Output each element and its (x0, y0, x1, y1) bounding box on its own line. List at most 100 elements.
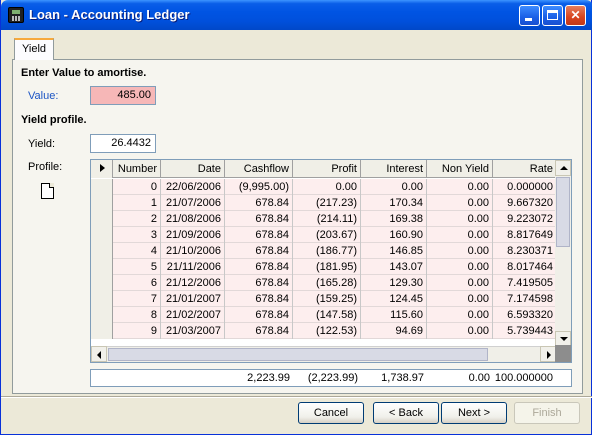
cell-non-yield[interactable]: 0.00 (427, 259, 493, 275)
cell-rate[interactable]: 9.223072 (493, 211, 556, 227)
cell-cashflow[interactable]: (9,995.00) (225, 179, 293, 195)
cell-profit[interactable]: (165.28) (293, 275, 361, 291)
cell-interest[interactable]: 129.30 (361, 275, 427, 291)
cell-date[interactable]: 21/01/2007 (161, 291, 225, 307)
cell-interest[interactable]: 146.85 (361, 243, 427, 259)
table-row[interactable]: 7 21/01/2007 678.84 (159.25) 124.45 0.00 7.174… (91, 291, 556, 307)
cell-cashflow[interactable]: 678.84 (225, 275, 293, 291)
cell-date[interactable]: 21/10/2006 (161, 243, 225, 259)
cell-interest[interactable]: 124.45 (361, 291, 427, 307)
cell-interest[interactable]: 0.00 (361, 179, 427, 195)
cell-rate[interactable]: 8.017464 (493, 259, 556, 275)
cell-profit[interactable]: (159.25) (293, 291, 361, 307)
cell-number[interactable]: 2 (113, 211, 161, 227)
cell-rate[interactable]: 7.174598 (493, 291, 556, 307)
column-header-interest[interactable]: Interest (361, 160, 427, 178)
row-selector[interactable] (91, 227, 113, 243)
row-selector[interactable] (91, 323, 113, 339)
scroll-right-button[interactable] (540, 346, 556, 362)
cell-date[interactable]: 21/08/2006 (161, 211, 225, 227)
column-header-number[interactable]: Number (113, 160, 161, 178)
cell-interest[interactable]: 94.69 (361, 323, 427, 339)
cell-number[interactable]: 5 (113, 259, 161, 275)
cell-profit[interactable]: (186.77) (293, 243, 361, 259)
cell-profit[interactable]: 0.00 (293, 179, 361, 195)
cell-rate[interactable]: 9.667320 (493, 195, 556, 211)
cell-date[interactable]: 21/11/2006 (161, 259, 225, 275)
cell-number[interactable]: 0 (113, 179, 161, 195)
cell-cashflow[interactable]: 678.84 (225, 211, 293, 227)
cell-non-yield[interactable]: 0.00 (427, 227, 493, 243)
scroll-up-button[interactable] (555, 160, 571, 176)
row-selector[interactable] (91, 275, 113, 291)
cell-rate[interactable]: 8.230371 (493, 243, 556, 259)
table-row[interactable]: 5 21/11/2006 678.84 (181.95) 143.07 0.00 8.017… (91, 259, 556, 275)
cell-date[interactable]: 21/02/2007 (161, 307, 225, 323)
table-row[interactable]: 3 21/09/2006 678.84 (203.67) 160.90 0.00 8.817… (91, 227, 556, 243)
cell-cashflow[interactable]: 678.84 (225, 259, 293, 275)
cell-non-yield[interactable]: 0.00 (427, 211, 493, 227)
cell-interest[interactable]: 170.34 (361, 195, 427, 211)
cell-profit[interactable]: (181.95) (293, 259, 361, 275)
cell-rate[interactable]: 7.419505 (493, 275, 556, 291)
cell-date[interactable]: 21/07/2006 (161, 195, 225, 211)
cell-number[interactable]: 4 (113, 243, 161, 259)
cell-cashflow[interactable]: 678.84 (225, 195, 293, 211)
cell-non-yield[interactable]: 0.00 (427, 179, 493, 195)
cell-interest[interactable]: 160.90 (361, 227, 427, 243)
cell-rate[interactable]: 6.593320 (493, 307, 556, 323)
cell-profit[interactable]: (122.53) (293, 323, 361, 339)
table-row[interactable]: 0 22/06/2006 (9,995.00) 0.00 0.00 0.00 0.00000… (91, 179, 556, 195)
cell-profit[interactable]: (203.67) (293, 227, 361, 243)
cell-cashflow[interactable]: 678.84 (225, 323, 293, 339)
maximize-button[interactable] (542, 5, 563, 26)
row-selector[interactable] (91, 211, 113, 227)
amortisation-grid[interactable]: Number Date Cashflow Profit Interest Non… (90, 159, 572, 363)
cell-rate[interactable]: 0.000000 (493, 179, 556, 195)
cell-cashflow[interactable]: 678.84 (225, 307, 293, 323)
cell-interest[interactable]: 169.38 (361, 211, 427, 227)
cell-non-yield[interactable]: 0.00 (427, 275, 493, 291)
cell-number[interactable]: 7 (113, 291, 161, 307)
row-selector[interactable] (91, 307, 113, 323)
cell-date[interactable]: 21/12/2006 (161, 275, 225, 291)
table-row[interactable]: 2 21/08/2006 678.84 (214.11) 169.38 0.00 9.223… (91, 211, 556, 227)
row-selector[interactable] (91, 179, 113, 195)
scroll-left-button[interactable] (91, 346, 107, 362)
horizontal-scrollbar[interactable] (91, 346, 556, 362)
cell-number[interactable]: 9 (113, 323, 161, 339)
cell-cashflow[interactable]: 678.84 (225, 243, 293, 259)
row-selector[interactable] (91, 259, 113, 275)
cell-date[interactable]: 21/09/2006 (161, 227, 225, 243)
cell-date[interactable]: 22/06/2006 (161, 179, 225, 195)
cell-number[interactable]: 6 (113, 275, 161, 291)
row-selector[interactable] (91, 243, 113, 259)
cell-number[interactable]: 1 (113, 195, 161, 211)
column-header-date[interactable]: Date (161, 160, 225, 178)
column-header-profit[interactable]: Profit (293, 160, 361, 178)
cell-profit[interactable]: (214.11) (293, 211, 361, 227)
cell-non-yield[interactable]: 0.00 (427, 195, 493, 211)
cell-cashflow[interactable]: 678.84 (225, 291, 293, 307)
table-row[interactable]: 9 21/03/2007 678.84 (122.53) 94.69 0.00 5.7394… (91, 323, 556, 339)
cell-number[interactable]: 8 (113, 307, 161, 323)
cell-non-yield[interactable]: 0.00 (427, 323, 493, 339)
title-bar[interactable]: Loan - Accounting Ledger ✕ (1, 0, 592, 30)
cell-rate[interactable]: 8.817649 (493, 227, 556, 243)
minimize-button[interactable] (519, 5, 540, 26)
vertical-scroll-thumb[interactable] (556, 177, 570, 247)
cell-non-yield[interactable]: 0.00 (427, 307, 493, 323)
finish-button[interactable]: Finish (514, 402, 580, 424)
table-row[interactable]: 4 21/10/2006 678.84 (186.77) 146.85 0.00 8.230… (91, 243, 556, 259)
cell-date[interactable]: 21/03/2007 (161, 323, 225, 339)
cell-rate[interactable]: 5.739443 (493, 323, 556, 339)
value-input[interactable]: 485.00 (90, 86, 156, 105)
cell-cashflow[interactable]: 678.84 (225, 227, 293, 243)
cell-non-yield[interactable]: 0.00 (427, 243, 493, 259)
column-header-rate[interactable]: Rate (493, 160, 556, 178)
cell-interest[interactable]: 115.60 (361, 307, 427, 323)
back-button[interactable]: < Back (373, 402, 439, 424)
table-row[interactable]: 1 21/07/2006 678.84 (217.23) 170.34 0.00 9.667… (91, 195, 556, 211)
vertical-scrollbar[interactable] (555, 160, 571, 347)
row-selector[interactable] (91, 195, 113, 211)
